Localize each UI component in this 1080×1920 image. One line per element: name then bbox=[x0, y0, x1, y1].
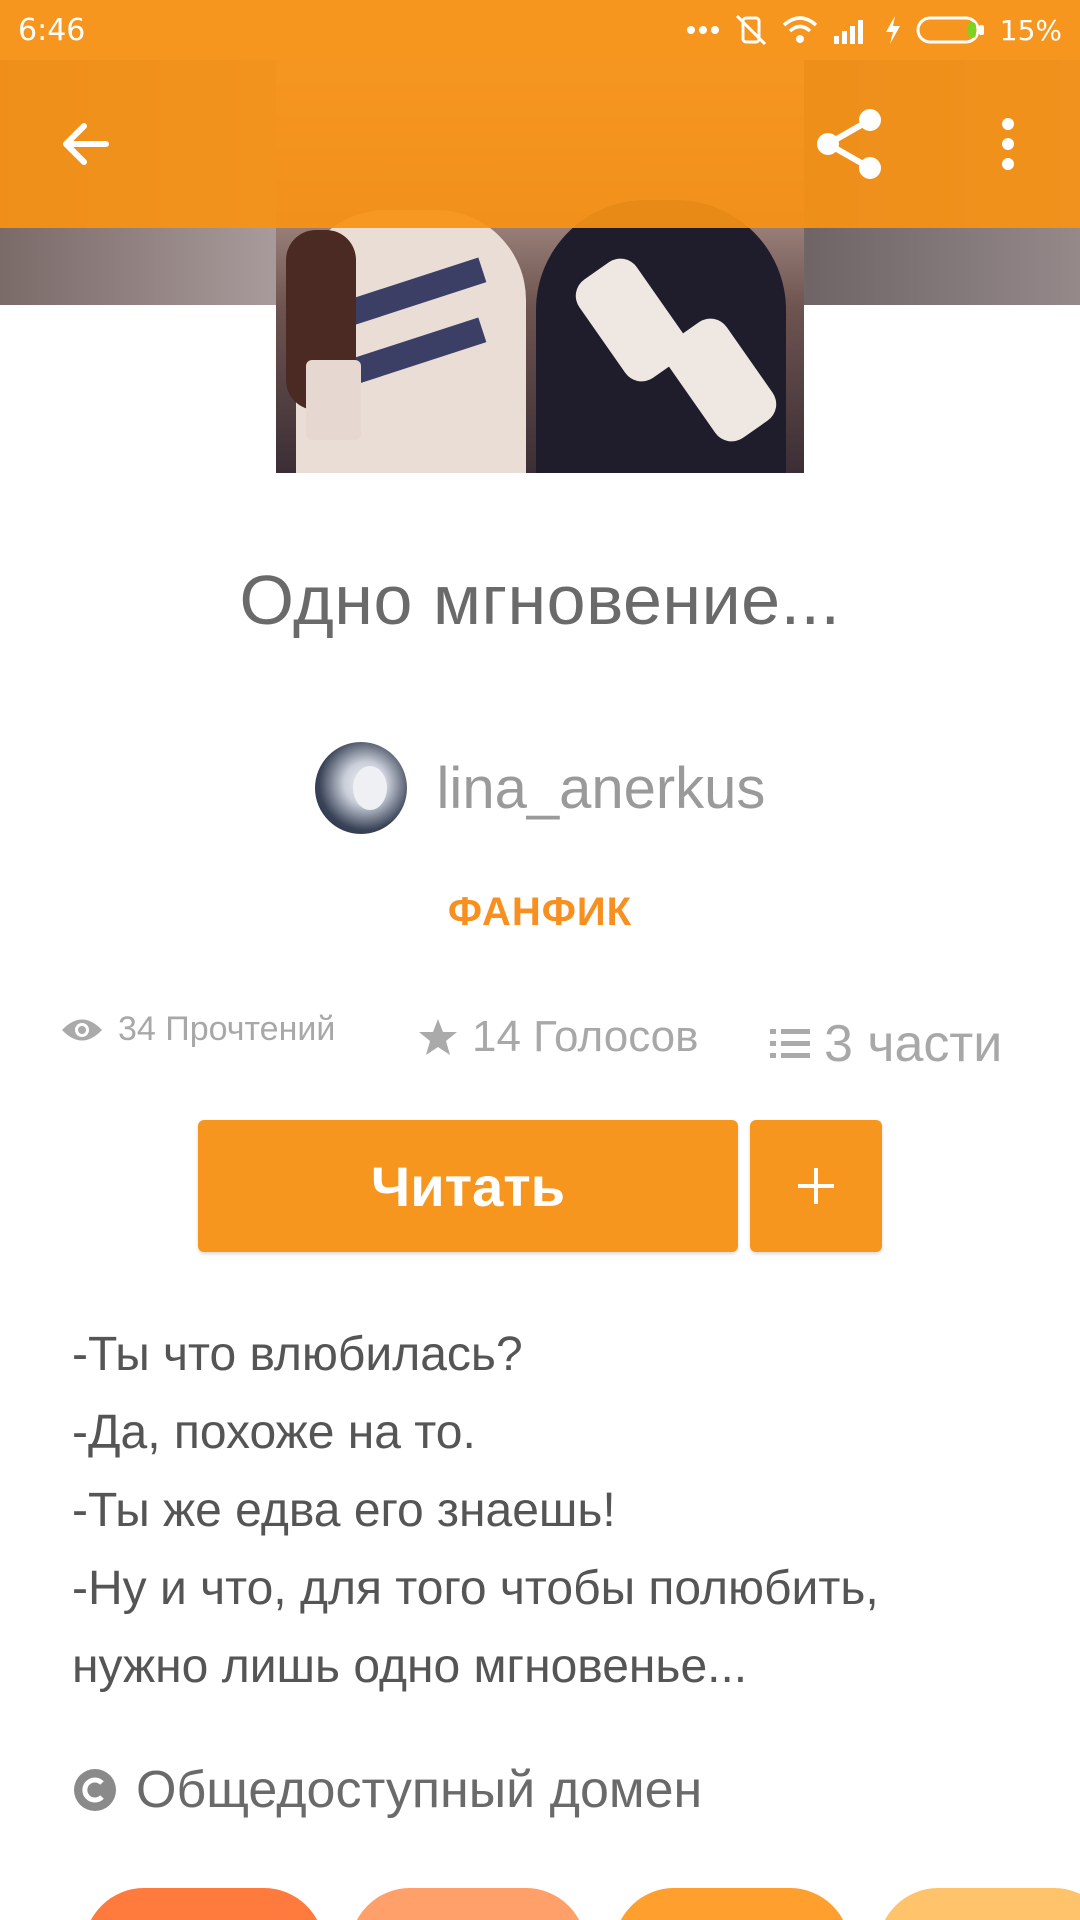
story-category[interactable]: ФАНФИК bbox=[0, 890, 1080, 935]
parts-stat: 3 части bbox=[770, 1014, 1002, 1074]
license-text: Общедоступный домен bbox=[136, 1761, 703, 1819]
votes-stat: 14 Голосов bbox=[418, 1012, 699, 1062]
plus-icon bbox=[798, 1168, 834, 1204]
reads-count: 34 Прочтений bbox=[118, 1010, 336, 1048]
toolbar bbox=[0, 60, 1080, 228]
description-line: -Ты что влюбилась? bbox=[72, 1328, 523, 1381]
battery-percent: 15% bbox=[999, 13, 1062, 47]
copyright-icon bbox=[74, 1769, 116, 1811]
tag-chip[interactable] bbox=[614, 1888, 850, 1920]
vibrate-off-icon bbox=[734, 13, 768, 47]
story-title: Одно мгновение... bbox=[239, 561, 841, 639]
status-bar: 6:46 15% bbox=[0, 0, 1080, 60]
author-avatar[interactable] bbox=[314, 742, 407, 834]
arrow-left-icon bbox=[63, 123, 109, 165]
tag-chip[interactable] bbox=[878, 1888, 1080, 1920]
read-button[interactable]: Читать bbox=[198, 1120, 738, 1252]
share-icon bbox=[817, 109, 881, 179]
author-row[interactable]: lina_anerkus bbox=[0, 742, 1080, 834]
charging-icon bbox=[884, 15, 902, 45]
description-line: -Ну и что, для того чтобы полюбить, bbox=[72, 1562, 879, 1615]
star-icon bbox=[419, 1019, 457, 1055]
votes-count: 14 Голосов bbox=[472, 1012, 699, 1061]
list-icon bbox=[770, 1029, 810, 1058]
reads-stat: 34 Прочтений bbox=[60, 1010, 335, 1049]
eye-icon bbox=[62, 1019, 102, 1040]
wifi-icon bbox=[782, 15, 818, 45]
story-stats: 34 Прочтений 14 Голосов 3 части bbox=[0, 1000, 1080, 1080]
license-row: Общедоступный домен bbox=[72, 1760, 702, 1820]
tag-chip[interactable] bbox=[350, 1888, 586, 1920]
tags-row bbox=[0, 1888, 1080, 1920]
back-button[interactable] bbox=[44, 104, 124, 184]
more-dots-icon bbox=[686, 25, 720, 35]
more-vertical-icon bbox=[1002, 118, 1014, 170]
parts-count: 3 части bbox=[824, 1015, 1003, 1073]
battery-icon bbox=[916, 16, 986, 44]
status-time: 6:46 bbox=[18, 12, 86, 48]
add-to-library-button[interactable] bbox=[750, 1120, 882, 1252]
description-line: -Ты же едва его знаешь! bbox=[72, 1484, 616, 1537]
share-button[interactable] bbox=[810, 104, 890, 184]
description-line: -Да, похоже на то. bbox=[72, 1406, 476, 1459]
tag-chip[interactable] bbox=[84, 1888, 324, 1920]
description-line: нужно лишь одно мгновенье... bbox=[72, 1640, 748, 1693]
signal-icon bbox=[832, 16, 870, 44]
story-description: -Ты что влюбилась? -Да, похоже на то. -Т… bbox=[72, 1316, 1032, 1706]
more-options-button[interactable] bbox=[968, 104, 1048, 184]
author-name[interactable]: lina_anerkus bbox=[437, 755, 766, 822]
